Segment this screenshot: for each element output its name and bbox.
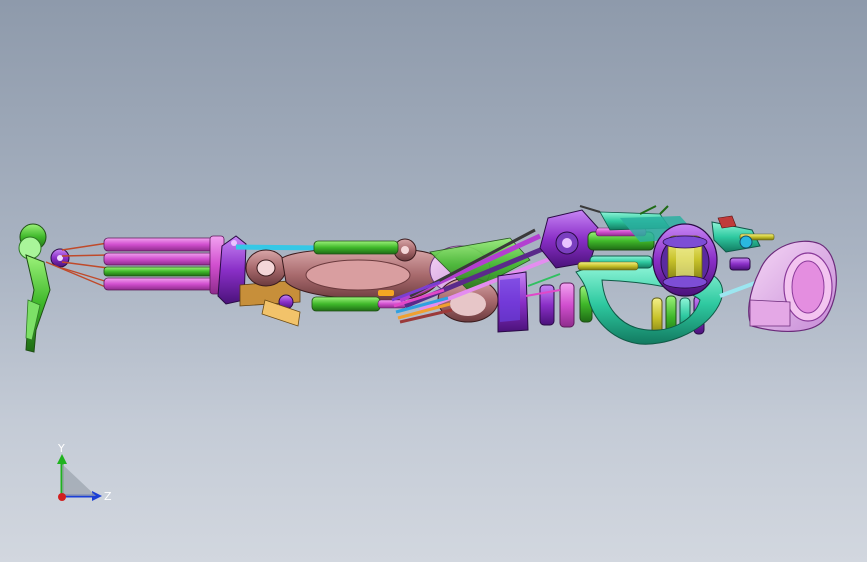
x-axis-dot <box>58 493 66 501</box>
xy-plane-triangle <box>62 464 96 496</box>
head-dome[interactable] <box>748 240 837 332</box>
shoulder-frame[interactable] <box>497 271 529 333</box>
elbow-joint[interactable] <box>245 249 287 287</box>
coordinate-triad: Y Z <box>57 442 112 503</box>
gearbox-drum[interactable] <box>652 223 718 297</box>
3d-graphics-viewport[interactable]: Y Z <box>0 0 867 562</box>
upper-arm-cable <box>235 244 321 251</box>
y-axis-arrow <box>57 454 67 464</box>
y-axis-label: Y <box>57 442 65 455</box>
z-axis-label: Z <box>104 490 112 503</box>
robotic-arm-assembly[interactable] <box>0 0 867 562</box>
forearm-actuators[interactable] <box>103 235 225 295</box>
left-gripper-part[interactable] <box>18 223 70 353</box>
